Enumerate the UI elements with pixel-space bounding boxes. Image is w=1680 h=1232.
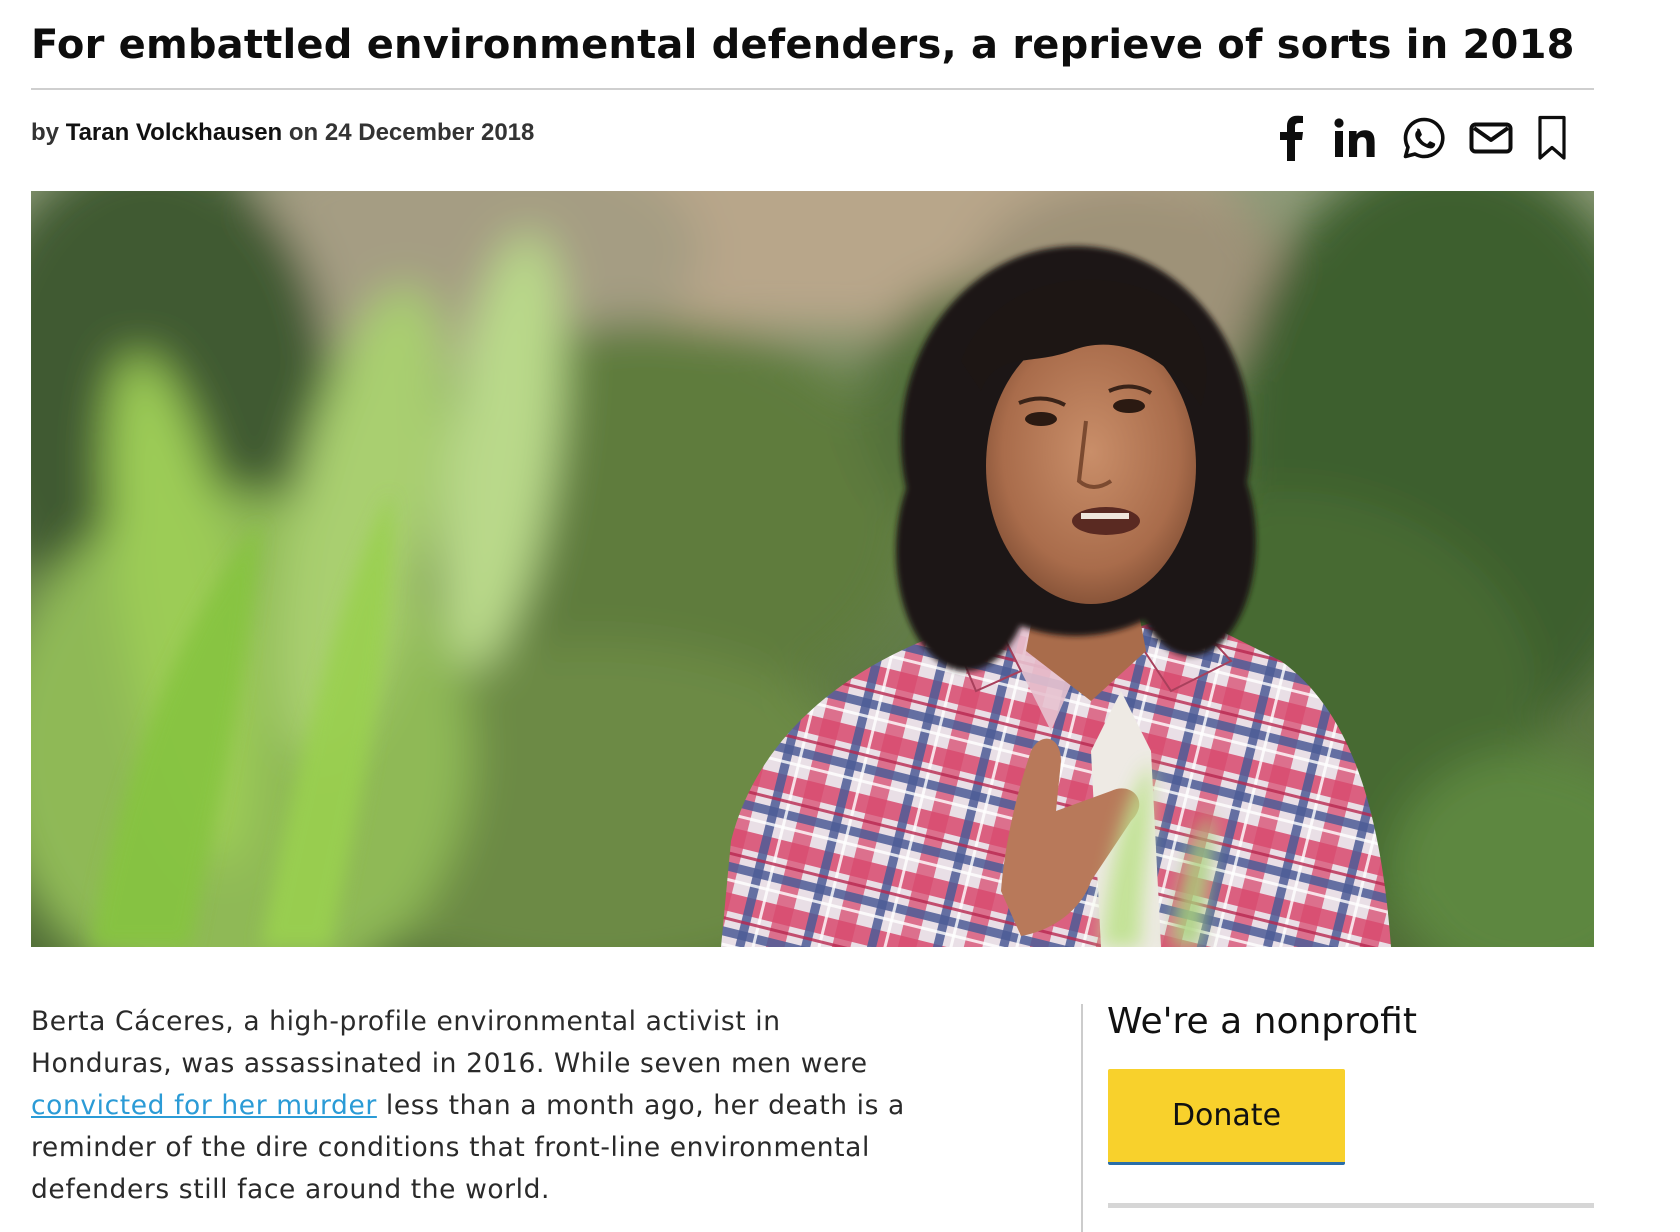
- linkedin-icon[interactable]: [1320, 108, 1392, 168]
- convicted-link[interactable]: convicted for her murder: [31, 1090, 377, 1121]
- mail-icon[interactable]: [1456, 108, 1526, 168]
- publish-date: 24 December 2018: [324, 119, 535, 146]
- byline-on: on: [288, 119, 319, 146]
- byline-prefix: by: [31, 119, 60, 146]
- byline: by Taran Volckhausen on 24 December 2018: [31, 118, 534, 148]
- article-lede: Berta Cáceres, a high-profile environmen…: [31, 1001, 911, 1211]
- sidebar-rule: [1108, 1203, 1594, 1208]
- donate-button[interactable]: Donate: [1108, 1069, 1345, 1165]
- facebook-icon[interactable]: [1262, 108, 1320, 168]
- title-divider: [31, 88, 1594, 90]
- whatsapp-icon[interactable]: [1392, 108, 1456, 168]
- nonprofit-heading: We're a nonprofit: [1107, 1001, 1417, 1042]
- bookmark-icon[interactable]: [1526, 108, 1578, 168]
- lede-part-1: Berta Cáceres, a high-profile environmen…: [31, 1006, 868, 1079]
- author-name[interactable]: Taran Volckhausen: [66, 119, 283, 146]
- article-title: For embattled environmental defenders, a…: [31, 22, 1575, 68]
- hero-image: [31, 191, 1594, 947]
- hero-photo: [31, 191, 1594, 947]
- sidebar-divider: [1081, 1004, 1083, 1232]
- share-bar: [1262, 108, 1578, 168]
